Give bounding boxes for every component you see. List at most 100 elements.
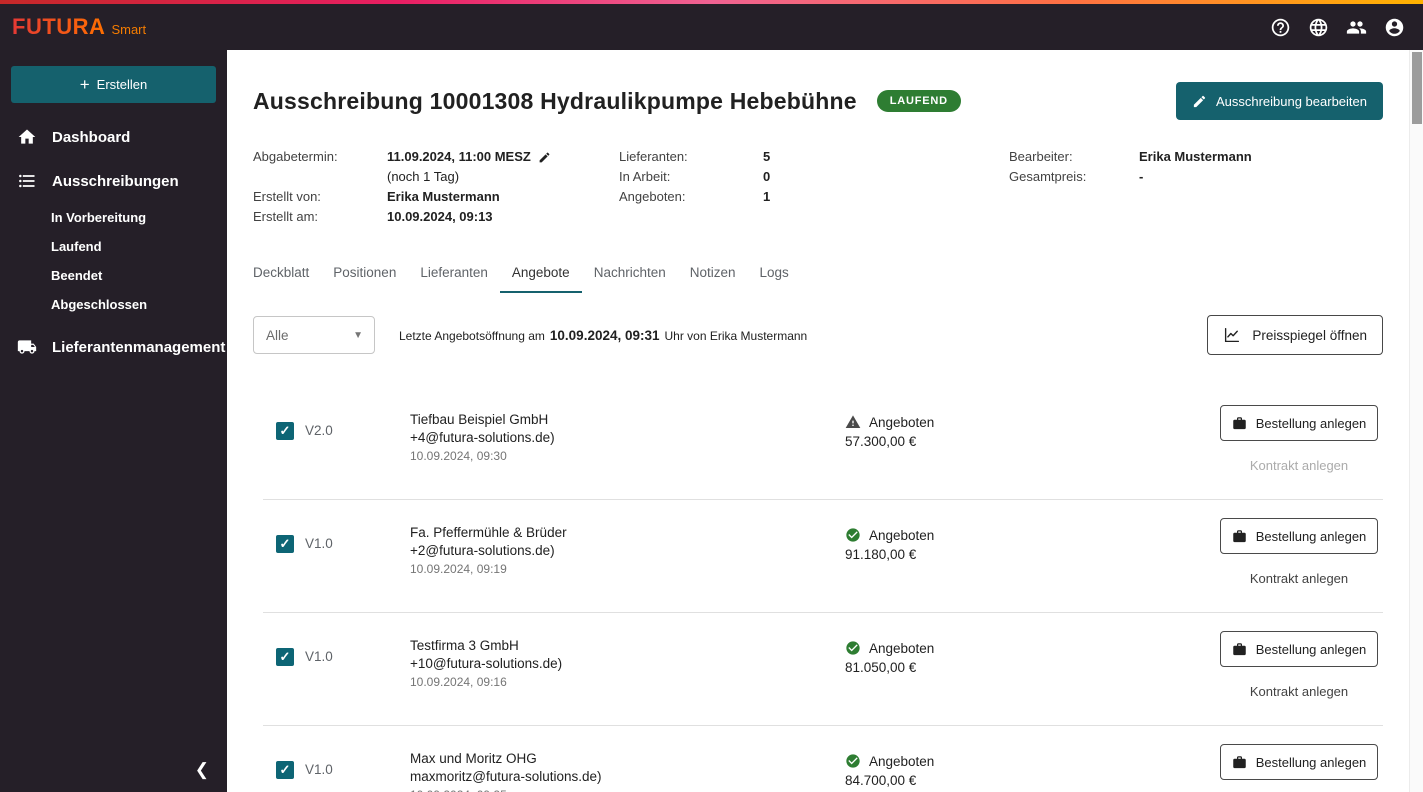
- create-button-label: Erstellen: [96, 77, 148, 92]
- bestellung-anlegen-button[interactable]: Bestellung anlegen: [1220, 631, 1378, 667]
- offer-price: 91.180,00 €: [845, 547, 917, 562]
- offer-email: maxmoritz@futura-solutions.de): [410, 768, 602, 784]
- tab-nachrichten[interactable]: Nachrichten: [582, 254, 678, 293]
- filter-bar: Alle ▼ Letzte Angebotsöffnung am 10.09.2…: [253, 315, 1383, 355]
- offer-checkbox[interactable]: ✓: [276, 761, 294, 779]
- offer-email: +2@futura-solutions.de): [410, 542, 555, 558]
- info-column-counts: Lieferanten: 5 In Arbeit: 0 Angeboten: 1: [619, 147, 1009, 227]
- in-arbeit-label: In Arbeit:: [619, 169, 671, 184]
- bestellung-button-label: Bestellung anlegen: [1255, 641, 1367, 657]
- globe-icon[interactable]: [1308, 17, 1329, 38]
- offer-status: Angeboten: [869, 640, 935, 656]
- topbar: FUTURA Smart: [0, 4, 1423, 50]
- offer-date: 10.09.2024, 09:30: [410, 449, 507, 463]
- offer-row: ✓ V1.0 Max und Moritz OHG maxmoritz@futu…: [263, 725, 1383, 792]
- create-button[interactable]: + Erstellen: [11, 66, 216, 103]
- offer-checkbox[interactable]: ✓: [276, 422, 294, 440]
- bestellung-anlegen-button[interactable]: Bestellung anlegen: [1220, 518, 1378, 554]
- tab-positionen[interactable]: Positionen: [321, 254, 408, 293]
- offer-status: Angeboten: [869, 753, 935, 769]
- offer-list: ✓ V2.0 Tiefbau Beispiel GmbH +4@futura-s…: [263, 387, 1383, 792]
- offer-row: ✓ V1.0 Fa. Pfeffermühle & Brüder +2@futu…: [263, 499, 1383, 612]
- sidebar-item-abgeschlossen[interactable]: Abgeschlossen: [0, 290, 227, 319]
- sidebar-item-ausschreibungen[interactable]: Ausschreibungen: [0, 159, 227, 203]
- kontrakt-anlegen-link[interactable]: Kontrakt anlegen: [1250, 571, 1348, 586]
- offer-company: Max und Moritz OHG: [410, 751, 537, 766]
- edit-ausschreibung-button[interactable]: Ausschreibung bearbeiten: [1175, 82, 1383, 120]
- check-circle-icon: [846, 528, 860, 542]
- offer-filter-select[interactable]: Alle ▼: [253, 316, 375, 354]
- erstellt-von-value: Erika Mustermann: [387, 189, 500, 204]
- page-title: Ausschreibung 10001308 Hydraulikpumpe He…: [253, 87, 857, 114]
- topbar-icons: [1270, 17, 1405, 38]
- preisspiegel-button-label: Preisspiegel öffnen: [1252, 327, 1367, 343]
- opening-info-suffix: Uhr von Erika Mustermann: [664, 328, 808, 343]
- tab-angebote[interactable]: Angebote: [499, 254, 582, 293]
- edit-button-label: Ausschreibung bearbeiten: [1215, 93, 1367, 109]
- offer-email: +4@futura-solutions.de): [410, 429, 555, 445]
- offer-version: V1.0: [305, 762, 333, 777]
- users-icon[interactable]: [1346, 17, 1367, 38]
- preisspiegel-button[interactable]: Preisspiegel öffnen: [1207, 315, 1383, 355]
- bearbeiter-value: Erika Mustermann: [1139, 149, 1252, 164]
- filter-selected-value: Alle: [266, 327, 289, 343]
- sidebar: + Erstellen Dashboard Ausschreibungen In…: [0, 50, 227, 792]
- bestellung-anlegen-button[interactable]: Bestellung anlegen: [1220, 405, 1378, 441]
- briefcase-icon: [1232, 755, 1246, 768]
- erstellt-von-label: Erstellt von:: [253, 189, 321, 204]
- scrollbar-thumb[interactable]: [1412, 52, 1422, 124]
- info-column-dates: Abgabetermin: 11.09.2024, 11:00 MESZ (no…: [253, 147, 619, 227]
- offer-version: V2.0: [305, 423, 333, 438]
- home-icon: [18, 129, 36, 144]
- sidebar-item-beendet[interactable]: Beendet: [0, 261, 227, 290]
- sidebar-item-laufend[interactable]: Laufend: [0, 232, 227, 261]
- offer-status: Angeboten: [869, 414, 935, 430]
- offer-price: 57.300,00 €: [845, 434, 917, 449]
- lieferanten-count: 5: [763, 149, 771, 164]
- chart-icon: [1225, 327, 1240, 343]
- angeboten-label: Angeboten:: [619, 189, 686, 204]
- page-header: Ausschreibung 10001308 Hydraulikpumpe He…: [253, 82, 1383, 120]
- main-content: Ausschreibung 10001308 Hydraulikpumpe He…: [227, 50, 1423, 792]
- chevron-down-icon: ▼: [353, 329, 363, 341]
- sidebar-item-label: Lieferantenmanagement: [52, 338, 226, 356]
- tab-notizen[interactable]: Notizen: [678, 254, 748, 293]
- sidebar-collapse-icon[interactable]: ❮: [195, 760, 209, 780]
- sidebar-item-dashboard[interactable]: Dashboard: [0, 115, 227, 159]
- tab-bar: Deckblatt Positionen Lieferanten Angebot…: [253, 254, 1383, 293]
- account-icon[interactable]: [1384, 17, 1405, 38]
- offer-status: Angeboten: [869, 527, 935, 543]
- tab-logs[interactable]: Logs: [748, 254, 801, 293]
- help-icon[interactable]: [1270, 17, 1291, 38]
- list-icon: [19, 174, 35, 188]
- warning-icon: [845, 415, 861, 428]
- sidebar-item-label: Ausschreibungen: [52, 172, 179, 190]
- offer-version: V1.0: [305, 649, 333, 664]
- in-arbeit-count: 0: [763, 169, 771, 184]
- check-circle-icon: [846, 754, 860, 768]
- sidebar-item-in-vorbereitung[interactable]: In Vorbereitung: [0, 203, 227, 232]
- tab-lieferanten[interactable]: Lieferanten: [408, 254, 500, 293]
- pencil-icon: [1193, 95, 1206, 107]
- kontrakt-anlegen-link: Kontrakt anlegen: [1249, 458, 1349, 473]
- offer-checkbox[interactable]: ✓: [276, 535, 294, 553]
- offer-company: Testfirma 3 GmbH: [410, 638, 519, 653]
- sidebar-item-lieferantenmanagement[interactable]: Lieferantenmanagement: [0, 325, 227, 369]
- info-column-meta: Bearbeiter: Erika Mustermann Gesamtpreis…: [1009, 147, 1383, 227]
- tab-deckblatt[interactable]: Deckblatt: [253, 254, 321, 293]
- status-badge: LAUFEND: [876, 90, 961, 112]
- plus-icon: +: [79, 75, 90, 94]
- kontrakt-anlegen-link[interactable]: Kontrakt anlegen: [1250, 684, 1348, 699]
- offer-checkbox[interactable]: ✓: [276, 648, 294, 666]
- offer-row: ✓ V1.0 Testfirma 3 GmbH +10@futura-solut…: [263, 612, 1383, 725]
- sidebar-item-label: Dashboard: [52, 128, 131, 146]
- bestellung-anlegen-button[interactable]: Bestellung anlegen: [1220, 744, 1378, 780]
- last-opening-info: Letzte Angebotsöffnung am 10.09.2024, 09…: [399, 328, 807, 343]
- briefcase-icon: [1232, 416, 1246, 429]
- scrollbar-track[interactable]: [1409, 50, 1423, 792]
- offer-date: 10.09.2024, 09:19: [410, 562, 507, 576]
- brand-suffix: Smart: [111, 22, 147, 37]
- edit-abgabetermin-icon[interactable]: [538, 151, 551, 164]
- erstellt-am-value: 10.09.2024, 09:13: [387, 209, 493, 224]
- offer-company: Tiefbau Beispiel GmbH: [410, 412, 549, 427]
